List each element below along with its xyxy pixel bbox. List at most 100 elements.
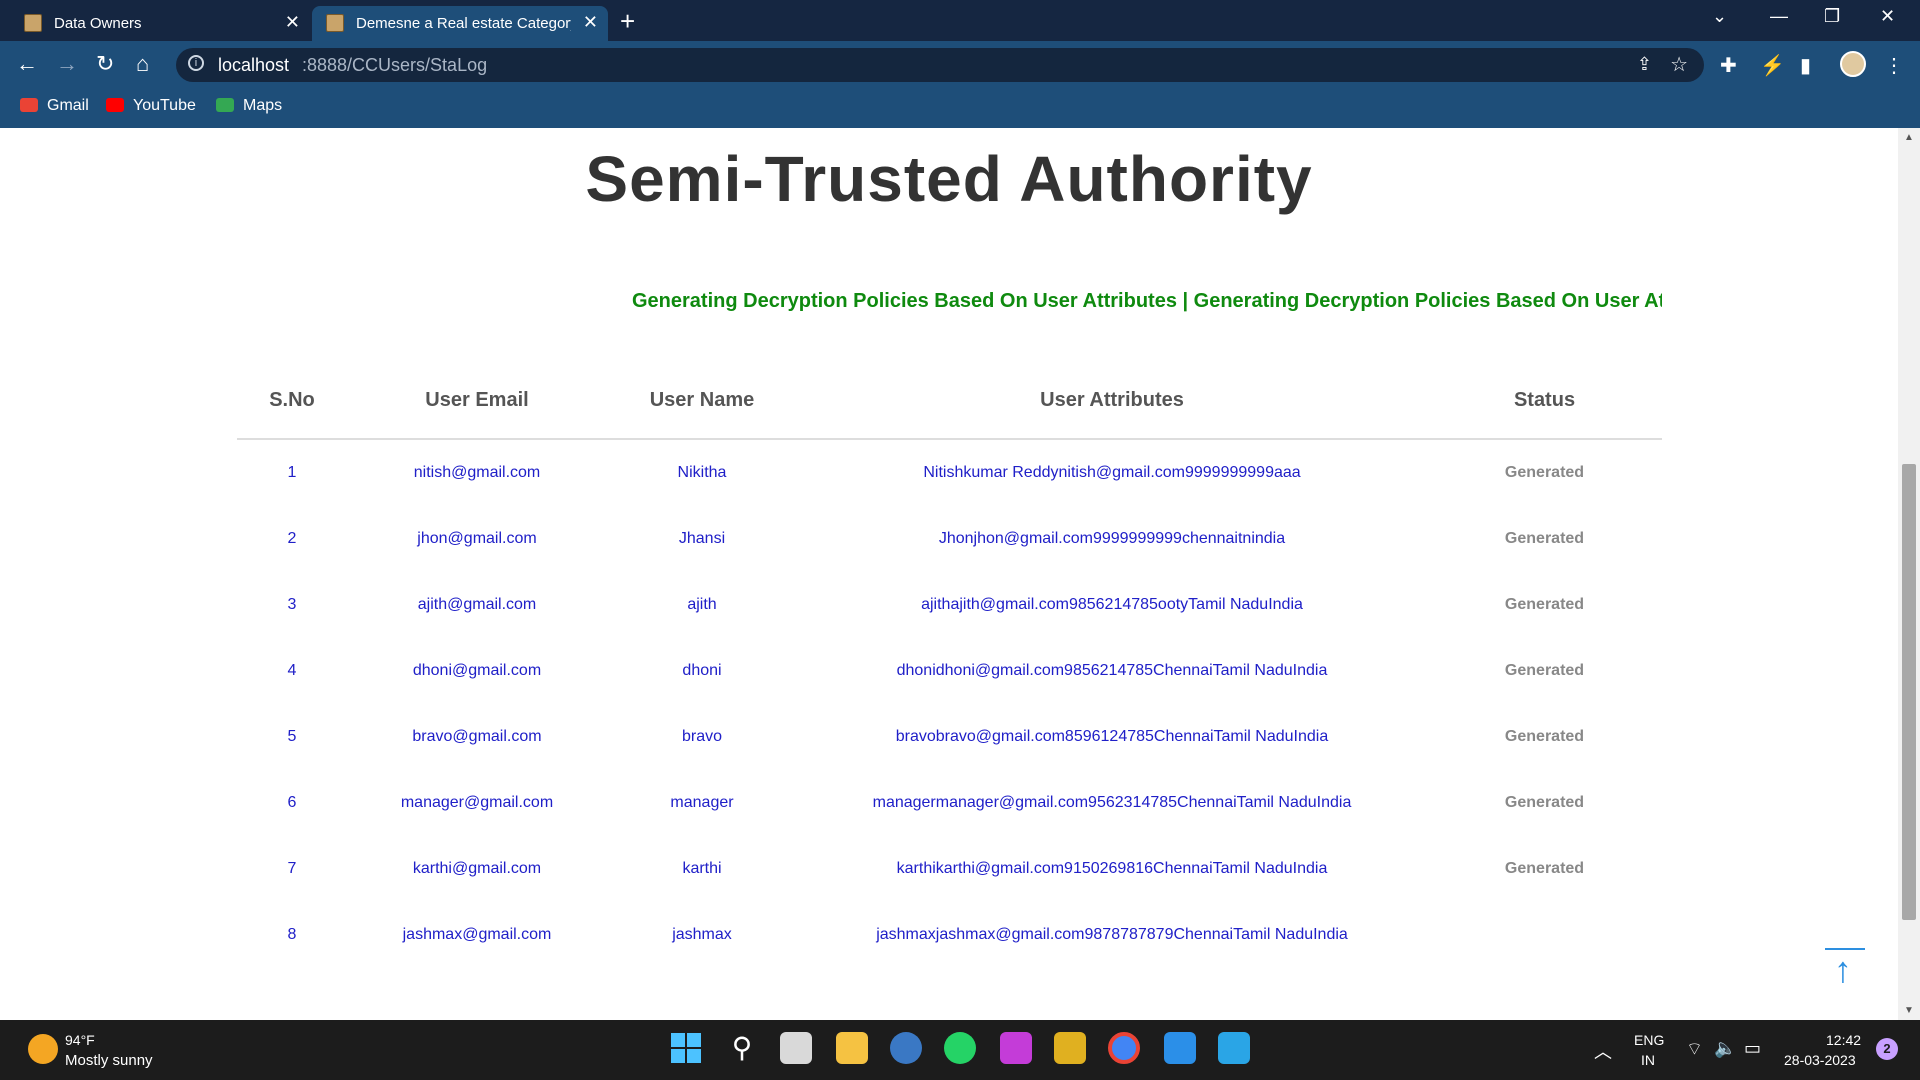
cell-sno: 6 (287, 794, 297, 811)
header-user-name: User Name (607, 362, 797, 440)
header-user-email: User Email (347, 362, 607, 440)
cell-sno: 1 (287, 464, 297, 481)
cell-sno: 3 (287, 596, 297, 613)
notepad-icon[interactable] (1218, 1032, 1250, 1064)
cell-name: Nikitha (677, 464, 727, 481)
cell-status: Generated (1504, 860, 1585, 877)
marquee-banner: Generating Decryption Policies Based On … (632, 290, 1662, 320)
task-view-icon[interactable] (780, 1032, 812, 1064)
table-row: 6 manager@gmail.com manager managermanag… (237, 770, 1662, 836)
scroll-to-top-button[interactable]: ↑ (1825, 948, 1865, 994)
cell-status: Generated (1504, 662, 1585, 679)
forward-arrow-icon[interactable]: → (56, 51, 78, 77)
search-icon[interactable]: ⚲ (726, 1032, 758, 1064)
chrome-icon[interactable] (1108, 1032, 1140, 1064)
battery-icon[interactable]: ▭ (1744, 1038, 1761, 1059)
tab-title: Demesne a Real estate Category (356, 15, 571, 32)
clock-date[interactable]: 28-03-2023 (1784, 1052, 1856, 1068)
table-row: 7 karthi@gmail.com karthi karthikarthi@g… (237, 836, 1662, 902)
site-favicon-icon (326, 14, 344, 32)
cell-name: ajith (687, 596, 717, 613)
tab-strip: Data Owners ✕ Demesne a Real estate Cate… (0, 0, 1920, 41)
language-top[interactable]: ENG (1634, 1032, 1664, 1048)
address-bar[interactable]: i localhost :8888/CCUsers/StaLog ⇪ ☆ (176, 48, 1704, 82)
performance-icon[interactable]: ⚡ (1760, 53, 1785, 78)
cell-status: Generated (1504, 728, 1585, 745)
table-row: 1 nitish@gmail.com Nikitha Nitishkumar R… (237, 439, 1662, 506)
home-icon[interactable]: ⌂ (136, 51, 149, 77)
cell-name: Jhansi (678, 530, 726, 547)
tab-demesne[interactable]: Demesne a Real estate Category ✕ (312, 6, 608, 41)
language-bottom[interactable]: IN (1641, 1052, 1655, 1068)
header-user-attributes: User Attributes (797, 362, 1427, 440)
profile-avatar[interactable] (1840, 51, 1866, 77)
wifi-icon[interactable]: ⌔ (1686, 1038, 1703, 1061)
weather-temperature[interactable]: 94°F (65, 1032, 95, 1048)
back-arrow-icon[interactable]: ← (16, 51, 38, 77)
volume-icon[interactable]: 🔈 (1714, 1038, 1736, 1059)
cell-status (1427, 902, 1662, 968)
start-windows-icon[interactable] (670, 1032, 702, 1064)
cell-name: jashmax (672, 926, 732, 943)
close-icon[interactable]: ✕ (583, 12, 598, 33)
bookmark-maps[interactable]: Maps (216, 97, 282, 115)
extensions-icon[interactable]: ✚ (1720, 53, 1737, 78)
scrollbar-thumb[interactable] (1902, 464, 1916, 920)
weather-description[interactable]: Mostly sunny (65, 1052, 153, 1069)
clock-time[interactable]: 12:42 (1826, 1032, 1861, 1048)
bookmark-star-icon[interactable]: ☆ (1670, 52, 1688, 77)
cell-sno: 8 (287, 926, 297, 943)
cell-status: Generated (1504, 464, 1585, 481)
cell-sno: 7 (287, 860, 297, 877)
cell-email: jhon@gmail.com (417, 530, 537, 547)
marquee-text: Generating Decryption Policies Based On … (632, 290, 1662, 312)
arrow-up-icon: ↑ (1834, 949, 1852, 990)
menu-dots-icon[interactable]: ⋮ (1884, 53, 1904, 78)
side-panel-icon[interactable]: ▮ (1800, 53, 1811, 78)
cell-attributes: ajithajith@gmail.com9856214785ootyTamil … (921, 596, 1303, 613)
cell-name: bravo (681, 728, 723, 745)
bookmark-youtube[interactable]: YouTube (106, 97, 196, 115)
app-icon[interactable] (1054, 1032, 1086, 1064)
bookmark-gmail[interactable]: Gmail (20, 97, 89, 115)
cell-sno: 2 (287, 530, 297, 547)
notification-badge[interactable]: 2 (1876, 1038, 1898, 1060)
cell-attributes: karthikarthi@gmail.com9150269816ChennaiT… (896, 860, 1328, 877)
cell-attributes: Nitishkumar Reddynitish@gmail.com9999999… (923, 464, 1301, 481)
page-title: Semi-Trusted Authority (585, 143, 1313, 215)
file-explorer-icon[interactable] (836, 1032, 868, 1064)
browser-toolbar: ← → ↻ ⌂ i localhost :8888/CCUsers/StaLog… (0, 41, 1920, 88)
maps-icon (216, 98, 234, 112)
table-row: 4 dhoni@gmail.com dhoni dhonidhoni@gmail… (237, 638, 1662, 704)
paint-icon[interactable] (1000, 1032, 1032, 1064)
scroll-down-icon[interactable]: ▼ (1904, 1005, 1914, 1016)
cell-attributes: jashmaxjashmax@gmail.com9878787879Chenna… (876, 926, 1348, 943)
cell-email: jashmax@gmail.com (402, 926, 552, 943)
cell-sno: 4 (287, 662, 297, 679)
cell-email: manager@gmail.com (400, 794, 554, 811)
whatsapp-icon[interactable] (944, 1032, 976, 1064)
site-favicon-icon (24, 14, 42, 32)
cell-name: dhoni (682, 662, 722, 679)
cell-status: Generated (1504, 530, 1585, 547)
page-content: Semi-Trusted Authority Generating Decryp… (0, 128, 1898, 1020)
reload-icon[interactable]: ↻ (96, 51, 114, 77)
chevron-down-icon[interactable]: ⌄ (1712, 6, 1727, 27)
scroll-up-icon[interactable]: ▲ (1904, 132, 1914, 143)
restore-icon[interactable]: ❐ (1824, 6, 1840, 27)
window-close-icon[interactable]: ✕ (1880, 6, 1895, 27)
photos-icon[interactable] (1164, 1032, 1196, 1064)
close-icon[interactable]: ✕ (285, 12, 300, 33)
tab-data-owners[interactable]: Data Owners ✕ (10, 6, 310, 41)
table-header-row: S.No User Email User Name User Attribute… (237, 362, 1662, 440)
info-icon[interactable]: i (188, 55, 204, 71)
cell-email: karthi@gmail.com (412, 860, 542, 877)
chevron-up-icon[interactable]: ︿ (1594, 1038, 1612, 1064)
vertical-scrollbar[interactable]: ▲ ▼ (1898, 128, 1920, 1020)
settings-gear-icon[interactable] (890, 1032, 922, 1064)
new-tab-icon[interactable]: + (620, 6, 635, 37)
minimize-icon[interactable]: — (1770, 6, 1788, 27)
weather-sun-icon[interactable] (28, 1034, 58, 1064)
share-icon[interactable]: ⇪ (1637, 54, 1652, 75)
cell-attributes: Jhonjhon@gmail.com9999999999chennaitnind… (938, 530, 1286, 547)
